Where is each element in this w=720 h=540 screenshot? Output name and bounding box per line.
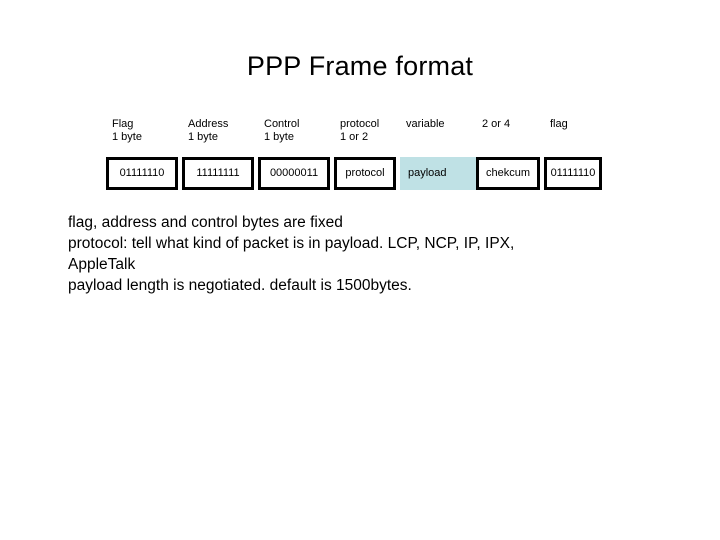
notes-block: flag, address and control bytes are fixe… bbox=[68, 212, 668, 296]
frame-field-header-2: Control 1 byte bbox=[264, 118, 299, 144]
ppp-frame-diagram: Flag 1 byte 01111110 Address 1 byte 11111111 C… bbox=[106, 118, 602, 194]
notes-line-0: flag, address and control bytes are fixe… bbox=[68, 214, 343, 231]
frame-field-3: protocol 1 or 2 protocol bbox=[334, 118, 396, 194]
notes-line-2: AppleTalk bbox=[68, 256, 136, 273]
frame-field-header-line1-5: 2 or 4 bbox=[482, 118, 511, 130]
frame-field-cell-0: 01111110 bbox=[106, 157, 178, 190]
frame-field-header-line1-0: Flag bbox=[112, 118, 134, 130]
frame-field-header-line2-1: 1 byte bbox=[188, 131, 218, 143]
notes-line-3: payload length is negotiated. default is… bbox=[68, 277, 412, 294]
frame-field-header-line1-2: Control bbox=[264, 118, 300, 130]
frame-field-header-line1-3: protocol bbox=[340, 118, 380, 130]
frame-field-header-0: Flag 1 byte bbox=[112, 118, 142, 144]
frame-field-1: Address 1 byte 11111111 bbox=[182, 118, 254, 194]
frame-field-2: Control 1 byte 00000011 bbox=[258, 118, 330, 194]
page-title: PPP Frame format bbox=[246, 51, 474, 82]
frame-field-header-6: flag bbox=[550, 118, 568, 131]
frame-field-header-line1-4: variable bbox=[406, 118, 445, 130]
frame-field-header-1: Address 1 byte bbox=[188, 118, 228, 144]
frame-field-cell-4: payload bbox=[400, 157, 476, 190]
frame-field-cell-2: 00000011 bbox=[258, 157, 330, 190]
frame-field-header-line1-6: flag bbox=[550, 118, 568, 130]
frame-field-header-line2-2: 1 byte bbox=[264, 131, 294, 143]
frame-field-header-line2-0: 1 byte bbox=[112, 131, 142, 143]
frame-field-cell-1: 11111111 bbox=[182, 157, 254, 190]
frame-field-cell-5: chekcum bbox=[476, 157, 540, 190]
frame-field-4: variable payload bbox=[400, 118, 476, 194]
frame-field-header-5: 2 or 4 bbox=[482, 118, 510, 131]
frame-field-header-line1-1: Address bbox=[188, 118, 229, 130]
frame-field-cell-6: 01111110 bbox=[544, 157, 602, 190]
frame-field-header-line2-3: 1 or 2 bbox=[340, 131, 369, 143]
frame-field-header-3: protocol 1 or 2 bbox=[340, 118, 379, 144]
frame-field-cell-3: protocol bbox=[334, 157, 396, 190]
notes-line-1: protocol: tell what kind of packet is in… bbox=[68, 235, 515, 252]
frame-field-header-4: variable bbox=[406, 118, 445, 131]
frame-field-6: flag 01111110 bbox=[544, 118, 602, 194]
frame-field-0: Flag 1 byte 01111110 bbox=[106, 118, 178, 194]
frame-field-5: 2 or 4 chekcum bbox=[476, 118, 540, 194]
slide-canvas: PPP Frame format Flag 1 byte 01111110 Addre… bbox=[0, 0, 720, 540]
